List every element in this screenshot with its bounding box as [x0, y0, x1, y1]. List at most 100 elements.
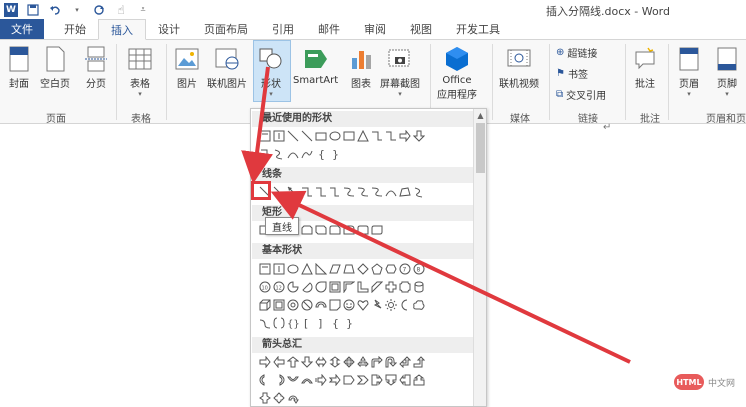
- curved-connector-shape-icon[interactable]: [259, 148, 271, 160]
- shapes-button[interactable]: 形状 ▾: [258, 46, 284, 98]
- undo-icon[interactable]: [48, 3, 62, 17]
- cube-shape-icon[interactable]: [259, 299, 271, 311]
- down-arrow-callout-shape-icon[interactable]: [385, 374, 397, 386]
- down-arrow-shape-icon[interactable]: [413, 130, 425, 142]
- quad-arrow-shape-icon[interactable]: [343, 356, 355, 368]
- curved-left-arrow-shape-icon[interactable]: [273, 374, 285, 386]
- tab-file[interactable]: 文件: [0, 19, 44, 39]
- left-right-up-arrow-shape-icon[interactable]: [357, 356, 369, 368]
- heptagon-shape-icon[interactable]: 7: [399, 263, 411, 275]
- hyperlink-button[interactable]: ⊕ 超链接: [556, 45, 597, 60]
- circular-arrow-shape-icon[interactable]: [287, 392, 299, 404]
- online-video-button[interactable]: 联机视频: [499, 46, 539, 90]
- moon-shape-icon[interactable]: [399, 299, 411, 311]
- plaque-shape-icon[interactable]: [399, 281, 411, 293]
- tab-mailings[interactable]: 邮件: [306, 19, 352, 39]
- left-arrow-shape-icon[interactable]: [273, 356, 285, 368]
- round-diagonal-rectangle-shape-icon[interactable]: [371, 224, 383, 236]
- left-bracket-shape-icon[interactable]: [: [301, 317, 313, 329]
- left-right-arrow-callout-shape-icon[interactable]: [259, 392, 271, 404]
- curve-shape-icon[interactable]: [301, 148, 313, 160]
- tab-review[interactable]: 审阅: [352, 19, 398, 39]
- triangle-shape-icon[interactable]: [357, 130, 369, 142]
- curve-shape-icon[interactable]: [385, 186, 397, 198]
- touch-mode-icon[interactable]: ☝: [114, 3, 128, 17]
- vertical-textbox-shape-icon[interactable]: [273, 130, 285, 142]
- curved-right-arrow-shape-icon[interactable]: [259, 374, 271, 386]
- no-symbol-shape-icon[interactable]: [301, 299, 313, 311]
- curved-arrow-connector-shape-icon[interactable]: [357, 186, 369, 198]
- chord-shape-icon[interactable]: [301, 281, 313, 293]
- cover-page-button[interactable]: 封面: [6, 46, 32, 90]
- trapezoid-shape-icon[interactable]: [343, 263, 355, 275]
- elbow-arrow-connector-shape-icon[interactable]: [315, 186, 327, 198]
- striped-right-arrow-shape-icon[interactable]: [315, 374, 327, 386]
- elbow-connector-shape-icon[interactable]: [385, 130, 397, 142]
- rectangle-shape-icon[interactable]: [315, 130, 327, 142]
- screenshot-button[interactable]: 屏幕截图 ▾: [380, 46, 420, 98]
- comment-button[interactable]: 批注: [632, 46, 658, 90]
- bent-up-arrow-shape-icon[interactable]: [413, 356, 425, 368]
- freeform-shape-icon[interactable]: [273, 148, 285, 160]
- right-brace-shape-icon[interactable]: }: [343, 317, 355, 329]
- pentagon-shape-icon[interactable]: [371, 263, 383, 275]
- right-brace-shape-icon[interactable]: }: [329, 148, 341, 160]
- scroll-up-icon[interactable]: ▲: [476, 111, 485, 120]
- teardrop-shape-icon[interactable]: [315, 281, 327, 293]
- line-shape-icon[interactable]: [301, 130, 313, 142]
- elbow-connector-shape-icon[interactable]: [371, 130, 383, 142]
- rectangle-shape-icon[interactable]: [343, 130, 355, 142]
- online-picture-button[interactable]: 联机图片: [207, 46, 247, 90]
- dropdown-icon[interactable]: ▾: [70, 3, 84, 17]
- chart-button[interactable]: 图表: [348, 46, 374, 90]
- u-turn-arrow-shape-icon[interactable]: [385, 356, 397, 368]
- right-arrow-shape-icon[interactable]: [399, 130, 411, 142]
- up-down-arrow-shape-icon[interactable]: [329, 356, 341, 368]
- right-triangle-shape-icon[interactable]: [315, 263, 327, 275]
- quad-arrow-callout-shape-icon[interactable]: [273, 392, 285, 404]
- smartart-button[interactable]: SmartArt: [293, 46, 338, 86]
- round-single-corner-rectangle-shape-icon[interactable]: [343, 224, 355, 236]
- half-frame-shape-icon[interactable]: [343, 281, 355, 293]
- bent-arrow-shape-icon[interactable]: [371, 356, 383, 368]
- pie-shape-icon[interactable]: [287, 281, 299, 293]
- tab-insert[interactable]: 插入: [98, 19, 146, 40]
- parallelogram-shape-icon[interactable]: [329, 263, 341, 275]
- oval-shape-icon[interactable]: [287, 263, 299, 275]
- page-break-button[interactable]: 分页: [83, 46, 109, 90]
- blank-page-button[interactable]: 空白页: [40, 46, 70, 90]
- snip-round-rectangle-shape-icon[interactable]: [329, 224, 341, 236]
- picture-button[interactable]: 图片: [174, 46, 200, 90]
- curved-down-arrow-shape-icon[interactable]: [301, 374, 313, 386]
- sun-shape-icon[interactable]: [385, 299, 397, 311]
- cross-reference-button[interactable]: ⧉ 交叉引用: [556, 87, 606, 102]
- chevron-shape-icon[interactable]: [357, 374, 369, 386]
- left-up-arrow-shape-icon[interactable]: [399, 356, 411, 368]
- cloud-shape-icon[interactable]: [413, 299, 425, 311]
- scrollbar-thumb[interactable]: [476, 123, 485, 173]
- right-bracket-shape-icon[interactable]: ]: [315, 317, 327, 329]
- frame-shape-icon[interactable]: [329, 281, 341, 293]
- plus-shape-icon[interactable]: [385, 281, 397, 293]
- arc-shape-icon[interactable]: [259, 317, 271, 329]
- line-shape-icon[interactable]: [287, 130, 299, 142]
- bookmark-button[interactable]: ⚑ 书签: [556, 66, 588, 81]
- elbow-connector-shape-icon[interactable]: [301, 186, 313, 198]
- heart-shape-icon[interactable]: [357, 299, 369, 311]
- arrow-line-shape-icon[interactable]: [273, 186, 285, 198]
- notched-right-arrow-shape-icon[interactable]: [329, 374, 341, 386]
- lightning-bolt-shape-icon[interactable]: [371, 299, 383, 311]
- up-arrow-shape-icon[interactable]: [287, 356, 299, 368]
- l-shape-icon[interactable]: [357, 281, 369, 293]
- curved-up-arrow-shape-icon[interactable]: [287, 374, 299, 386]
- right-arrow-callout-shape-icon[interactable]: [371, 374, 383, 386]
- textbox-shape-icon[interactable]: [259, 263, 271, 275]
- snip-diagonal-rectangle-shape-icon[interactable]: [315, 224, 327, 236]
- footer-button[interactable]: 页脚 ▾: [714, 46, 740, 98]
- curved-double-arrow-connector-shape-icon[interactable]: [371, 186, 383, 198]
- redo-icon[interactable]: [92, 3, 106, 17]
- diagonal-stripe-shape-icon[interactable]: [371, 281, 383, 293]
- tab-design[interactable]: 设计: [146, 19, 192, 39]
- tab-page-layout[interactable]: 页面布局: [192, 19, 260, 39]
- smiley-face-shape-icon[interactable]: [343, 299, 355, 311]
